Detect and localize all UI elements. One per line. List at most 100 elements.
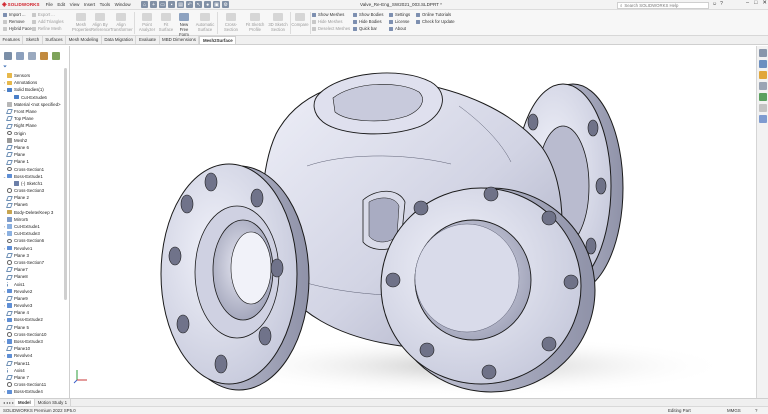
dimxpert-tab-icon[interactable] — [40, 52, 48, 60]
online-tutorials-button[interactable]: Online Tutorials — [416, 11, 455, 18]
tree-item[interactable]: › Boss-Extrude3 — [0, 338, 66, 345]
show-meshes-button[interactable]: Show Meshes — [312, 11, 350, 18]
design-library-icon[interactable] — [758, 60, 767, 68]
display-manager-tab-icon[interactable] — [52, 52, 60, 60]
tree-item[interactable]: › Cut-Extrude3 — [0, 230, 66, 237]
tree-item[interactable]: Plane 3 — [0, 252, 66, 259]
menu-file[interactable]: File — [46, 2, 53, 7]
3d-sketch-section-button[interactable]: 3D Sketch Section — [267, 13, 289, 32]
tab-motion-study[interactable]: Motion Study 1 — [35, 399, 72, 406]
automatic-surface-button[interactable]: Automatic Surface — [194, 13, 216, 32]
tree-item[interactable]: › Boss-Extrude2 — [0, 316, 66, 323]
compare-button[interactable]: Compare — [291, 13, 309, 27]
refine-mesh-button[interactable]: Refine Mesh — [32, 25, 64, 32]
tree-item[interactable]: Origin — [0, 130, 66, 137]
tree-item[interactable]: Plane10 — [0, 345, 66, 352]
graphics-area[interactable]: ⌕ ⌕ ↶ ▣ ◈ ◉ ◐ ● ▭ — [71, 46, 755, 398]
save-icon[interactable]: ▪ — [168, 1, 176, 8]
tree-item[interactable]: Cross-Section11 — [0, 381, 66, 388]
tree-item[interactable]: Plane 5 — [0, 324, 66, 331]
tree-item[interactable]: Cut-Extrude6 — [0, 94, 66, 101]
minimize-button[interactable]: – — [746, 0, 749, 6]
show-bodies-button[interactable]: Show Bodies — [353, 11, 383, 18]
tree-item[interactable]: › Revolve2 — [0, 288, 66, 295]
export-button[interactable]: Export ... — [32, 11, 64, 18]
file-explorer-icon[interactable] — [758, 71, 767, 79]
new-document-icon[interactable]: + — [150, 1, 158, 8]
menu-view[interactable]: View — [70, 2, 80, 7]
tab-model[interactable]: Model — [15, 399, 35, 406]
tab-evaluate[interactable]: Evaluate — [136, 36, 160, 44]
status-units[interactable]: MMGS — [727, 408, 741, 413]
tree-item[interactable]: Plane 2 — [0, 194, 66, 201]
undo-icon[interactable]: ↶ — [186, 1, 194, 8]
mesh-properties-button[interactable]: Mesh Properties — [72, 13, 91, 32]
status-help-icon[interactable]: ? — [755, 408, 757, 413]
tree-item[interactable]: ⌄ Solid Bodies(1) — [0, 86, 66, 93]
fit-sketch-profile-button[interactable]: Fit Sketch Profile — [244, 13, 266, 32]
tree-item[interactable]: Plane 4 — [0, 309, 66, 316]
tree-item[interactable]: Cross-Section1 — [0, 165, 66, 172]
feature-tree-tab-icon[interactable] — [4, 52, 12, 60]
import-button[interactable]: Import ... — [3, 11, 34, 18]
filter-icon[interactable]: ⏷ — [3, 64, 7, 70]
hide-meshes-button[interactable]: Hide Meshes — [312, 18, 350, 25]
user-icon[interactable]: ☺ — [712, 1, 717, 7]
tree-item[interactable]: Body-Delete/Keep 3 — [0, 209, 66, 216]
tab-mesh2surface[interactable]: Mesh2Surface — [199, 36, 237, 44]
tab-scroll-arrows-icon[interactable]: ◂◂▸▸ — [3, 400, 15, 405]
hide-bodies-button[interactable]: Hide Bodies — [353, 18, 383, 25]
tab-mesh-modeling[interactable]: Mesh Modeling — [66, 36, 102, 44]
tree-item[interactable]: Right Plane — [0, 122, 66, 129]
align-by-reference-button[interactable]: Align By Reference — [91, 13, 110, 32]
tree-item[interactable]: Cross-Section7 — [0, 259, 66, 266]
tree-item[interactable]: Plane6 — [0, 201, 66, 208]
solidworks-logo[interactable]: ◈ SOLIDWORKS — [2, 0, 40, 10]
tree-item[interactable]: Mesh2 — [0, 137, 66, 144]
forum-icon[interactable] — [758, 115, 767, 123]
add-triangles-button[interactable]: Add Triangles — [32, 18, 64, 25]
open-icon[interactable]: ▭ — [159, 1, 167, 8]
home-icon[interactable]: ⌂ — [141, 1, 149, 8]
new-free-form-button[interactable]: New Free Form — [175, 13, 193, 37]
deselect-meshes-button[interactable]: Deselect Meshes — [312, 25, 350, 32]
tree-item[interactable]: Plane 7 — [0, 374, 66, 381]
check-update-button[interactable]: Check for Update — [416, 18, 455, 25]
options-icon[interactable]: ⚙ — [222, 1, 230, 8]
property-manager-tab-icon[interactable] — [16, 52, 24, 60]
tree-item[interactable]: Axis4 — [0, 367, 66, 374]
select-icon[interactable]: ↖ — [195, 1, 203, 8]
point-analyzer-button[interactable]: Point Analyzer — [137, 13, 157, 32]
tree-item[interactable]: › Annotations — [0, 79, 66, 86]
license-button[interactable]: License — [389, 18, 410, 25]
tree-item[interactable]: Plane9 — [0, 295, 66, 302]
solidworks-resources-icon[interactable] — [758, 49, 767, 57]
tab-surfaces[interactable]: Surfaces — [43, 36, 67, 44]
tree-item[interactable]: ⌄ Boss-Extrude1 — [0, 173, 66, 180]
menu-window[interactable]: Window — [115, 2, 131, 7]
tree-item[interactable]: › Revolve4 — [0, 352, 66, 359]
tree-item[interactable]: › Revolve3 — [0, 302, 66, 309]
tree-item[interactable]: Plane11 — [0, 360, 66, 367]
tree-item[interactable]: Plane — [0, 151, 66, 158]
maximize-button[interactable]: □ — [754, 0, 757, 6]
custom-properties-icon[interactable] — [758, 104, 767, 112]
tree-item[interactable]: Cross-Section6 — [0, 237, 66, 244]
tree-item[interactable]: Plane 1 — [0, 158, 66, 165]
tree-item[interactable]: Mirror5 — [0, 216, 66, 223]
help-icon[interactable]: ? — [720, 1, 723, 7]
configuration-tab-icon[interactable] — [28, 52, 36, 60]
fit-surface-button[interactable]: Fit Surface — [158, 13, 174, 32]
tab-data-migration[interactable]: Data Migration — [102, 36, 137, 44]
hybrid-faces-button[interactable]: Hybrid Faces — [3, 25, 34, 32]
tree-item[interactable]: Plane8 — [0, 273, 66, 280]
tree-item[interactable]: › Cut-Extrude1 — [0, 223, 66, 230]
appearances-icon[interactable] — [758, 93, 767, 101]
settings-button[interactable]: Settings — [389, 11, 410, 18]
tree-item[interactable]: Material <not specified> — [0, 101, 66, 108]
view-palette-icon[interactable] — [758, 82, 767, 90]
tree-item[interactable]: › Boss-Extrude4 — [0, 388, 66, 395]
file-properties-icon[interactable]: ▣ — [213, 1, 221, 8]
tree-item[interactable]: › Revolve1 — [0, 245, 66, 252]
remove-button[interactable]: Remove — [3, 18, 34, 25]
